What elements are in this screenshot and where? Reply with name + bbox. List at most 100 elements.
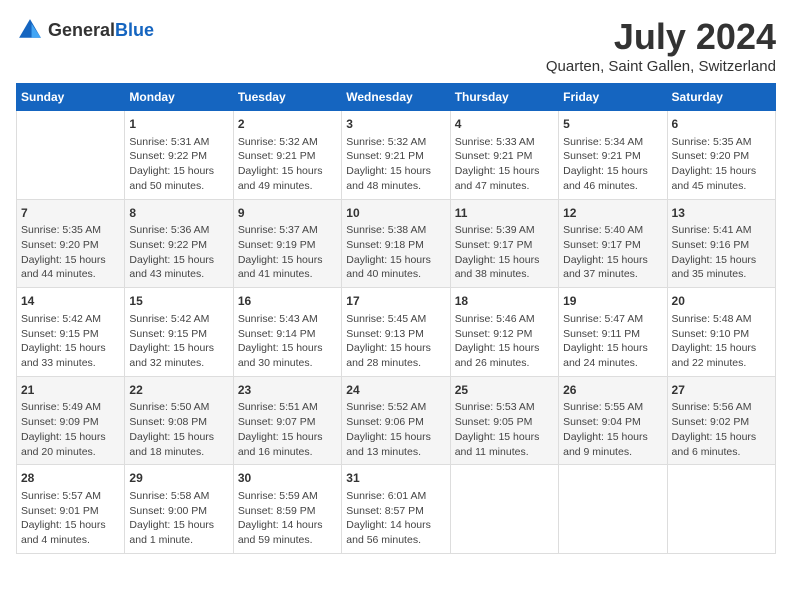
day-number: 28 [21,470,120,487]
day-info: Sunrise: 5:45 AM Sunset: 9:13 PM Dayligh… [346,312,445,371]
header-cell-wednesday: Wednesday [342,84,450,111]
day-number: 15 [129,293,228,310]
day-cell: 31 Sunrise: 6:01 AM Sunset: 8:57 PM Dayli… [342,465,450,554]
day-cell: 13Sunrise: 5:41 AM Sunset: 9:16 PM Dayli… [667,199,775,288]
day-number: 31 [346,470,445,487]
day-cell: 1Sunrise: 5:31 AM Sunset: 9:22 PM Daylig… [125,111,233,200]
day-number: 25 [455,382,554,399]
day-cell: 8Sunrise: 5:36 AM Sunset: 9:22 PM Daylig… [125,199,233,288]
day-number: 21 [21,382,120,399]
day-number: 18 [455,293,554,310]
calendar-table: SundayMondayTuesdayWednesdayThursdayFrid… [16,83,776,554]
day-cell: 2Sunrise: 5:32 AM Sunset: 9:21 PM Daylig… [233,111,341,200]
day-cell: 17Sunrise: 5:45 AM Sunset: 9:13 PM Dayli… [342,288,450,377]
day-number: 8 [129,205,228,222]
calendar-header: SundayMondayTuesdayWednesdayThursdayFrid… [17,84,776,111]
main-title: July 2024 [546,16,776,58]
day-cell: 22Sunrise: 5:50 AM Sunset: 9:08 PM Dayli… [125,376,233,465]
day-info: Sunrise: 6:01 AM Sunset: 8:57 PM Dayligh… [346,489,445,548]
day-info: Sunrise: 5:38 AM Sunset: 9:18 PM Dayligh… [346,223,445,282]
day-cell: 26Sunrise: 5:55 AM Sunset: 9:04 PM Dayli… [559,376,667,465]
day-number: 14 [21,293,120,310]
day-info: Sunrise: 5:33 AM Sunset: 9:21 PM Dayligh… [455,135,554,194]
day-info: Sunrise: 5:39 AM Sunset: 9:17 PM Dayligh… [455,223,554,282]
day-info: Sunrise: 5:34 AM Sunset: 9:21 PM Dayligh… [563,135,662,194]
day-cell: 16 Sunrise: 5:43 AM Sunset: 9:14 PM Dayli… [233,288,341,377]
day-cell: 18 Sunrise: 5:46 AM Sunset: 9:12 PM Dayli… [450,288,558,377]
day-info: Sunrise: 5:48 AM Sunset: 9:10 PM Dayligh… [672,312,771,371]
day-info: Sunrise: 5:40 AM Sunset: 9:17 PM Dayligh… [563,223,662,282]
header: GeneralBlue July 2024 Quarten, Saint Gal… [16,16,776,75]
day-cell: 28 Sunrise: 5:57 AM Sunset: 9:01 PM Dayli… [17,465,125,554]
day-number: 23 [238,382,337,399]
day-cell: 6 Sunrise: 5:35 AM Sunset: 9:20 PM Daylig… [667,111,775,200]
day-number: 24 [346,382,445,399]
day-cell: 7Sunrise: 5:35 AM Sunset: 9:20 PM Daylig… [17,199,125,288]
logo-blue: Blue [115,20,154,40]
day-cell: 27Sunrise: 5:56 AM Sunset: 9:02 PM Dayli… [667,376,775,465]
day-number: 22 [129,382,228,399]
day-cell: 11Sunrise: 5:39 AM Sunset: 9:17 PM Dayli… [450,199,558,288]
day-info: Sunrise: 5:42 AM Sunset: 9:15 PM Dayligh… [21,312,120,371]
day-number: 16 [238,293,337,310]
day-number: 2 [238,116,337,133]
day-number: 27 [672,382,771,399]
day-cell: 23Sunrise: 5:51 AM Sunset: 9:07 PM Dayli… [233,376,341,465]
day-number: 12 [563,205,662,222]
week-row-5: 28 Sunrise: 5:57 AM Sunset: 9:01 PM Dayli… [17,465,776,554]
day-cell [559,465,667,554]
day-number: 19 [563,293,662,310]
logo: GeneralBlue [16,16,154,44]
day-info: Sunrise: 5:47 AM Sunset: 9:11 PM Dayligh… [563,312,662,371]
logo-text: GeneralBlue [48,20,154,41]
header-cell-saturday: Saturday [667,84,775,111]
day-info: Sunrise: 5:36 AM Sunset: 9:22 PM Dayligh… [129,223,228,282]
day-number: 30 [238,470,337,487]
day-number: 7 [21,205,120,222]
logo-general: General [48,20,115,40]
week-row-4: 21Sunrise: 5:49 AM Sunset: 9:09 PM Dayli… [17,376,776,465]
day-info: Sunrise: 5:57 AM Sunset: 9:01 PM Dayligh… [21,489,120,548]
day-cell: 20 Sunrise: 5:48 AM Sunset: 9:10 PM Dayli… [667,288,775,377]
day-info: Sunrise: 5:32 AM Sunset: 9:21 PM Dayligh… [346,135,445,194]
day-number: 13 [672,205,771,222]
header-cell-thursday: Thursday [450,84,558,111]
header-cell-friday: Friday [559,84,667,111]
day-cell: 25Sunrise: 5:53 AM Sunset: 9:05 PM Dayli… [450,376,558,465]
logo-icon [16,16,44,44]
day-cell: 4Sunrise: 5:33 AM Sunset: 9:21 PM Daylig… [450,111,558,200]
day-info: Sunrise: 5:56 AM Sunset: 9:02 PM Dayligh… [672,400,771,459]
day-cell: 9Sunrise: 5:37 AM Sunset: 9:19 PM Daylig… [233,199,341,288]
day-info: Sunrise: 5:37 AM Sunset: 9:19 PM Dayligh… [238,223,337,282]
day-info: Sunrise: 5:35 AM Sunset: 9:20 PM Dayligh… [21,223,120,282]
day-number: 6 [672,116,771,133]
day-cell: 24Sunrise: 5:52 AM Sunset: 9:06 PM Dayli… [342,376,450,465]
header-row: SundayMondayTuesdayWednesdayThursdayFrid… [17,84,776,111]
calendar-body: 1Sunrise: 5:31 AM Sunset: 9:22 PM Daylig… [17,111,776,554]
day-number: 5 [563,116,662,133]
week-row-3: 14 Sunrise: 5:42 AM Sunset: 9:15 PM Dayli… [17,288,776,377]
day-info: Sunrise: 5:42 AM Sunset: 9:15 PM Dayligh… [129,312,228,371]
week-row-2: 7Sunrise: 5:35 AM Sunset: 9:20 PM Daylig… [17,199,776,288]
title-area: July 2024 Quarten, Saint Gallen, Switzer… [546,16,776,75]
day-info: Sunrise: 5:43 AM Sunset: 9:14 PM Dayligh… [238,312,337,371]
subtitle: Quarten, Saint Gallen, Switzerland [546,58,776,75]
day-info: Sunrise: 5:53 AM Sunset: 9:05 PM Dayligh… [455,400,554,459]
day-cell: 12Sunrise: 5:40 AM Sunset: 9:17 PM Dayli… [559,199,667,288]
day-info: Sunrise: 5:51 AM Sunset: 9:07 PM Dayligh… [238,400,337,459]
day-cell [450,465,558,554]
header-cell-sunday: Sunday [17,84,125,111]
day-cell: 3 Sunrise: 5:32 AM Sunset: 9:21 PM Daylig… [342,111,450,200]
day-cell [17,111,125,200]
day-info: Sunrise: 5:31 AM Sunset: 9:22 PM Dayligh… [129,135,228,194]
day-info: Sunrise: 5:35 AM Sunset: 9:20 PM Dayligh… [672,135,771,194]
day-cell: 14 Sunrise: 5:42 AM Sunset: 9:15 PM Dayli… [17,288,125,377]
header-cell-tuesday: Tuesday [233,84,341,111]
day-info: Sunrise: 5:50 AM Sunset: 9:08 PM Dayligh… [129,400,228,459]
day-number: 10 [346,205,445,222]
day-cell: 5 Sunrise: 5:34 AM Sunset: 9:21 PM Daylig… [559,111,667,200]
day-info: Sunrise: 5:46 AM Sunset: 9:12 PM Dayligh… [455,312,554,371]
day-number: 20 [672,293,771,310]
day-number: 3 [346,116,445,133]
day-number: 9 [238,205,337,222]
